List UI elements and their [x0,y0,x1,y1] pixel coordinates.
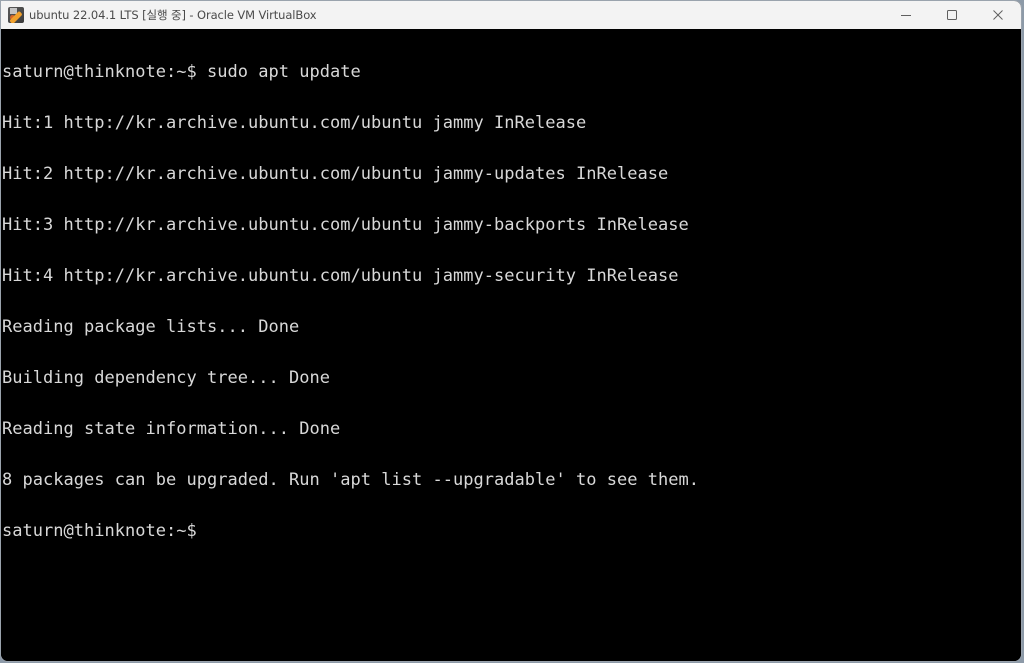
terminal-line: Reading package lists... Done [2,317,300,337]
terminal-line: Hit:3 http://kr.archive.ubuntu.com/ubunt… [2,215,689,235]
minimize-button[interactable] [883,1,929,29]
terminal-prompt[interactable]: saturn@thinknote:~$ [2,522,1017,540]
window-title: ubuntu 22.04.1 LTS [실행 중] - Oracle VM Vi… [29,8,317,22]
terminal-line-command: saturn@thinknote:~$ sudo apt update [2,62,361,82]
maximize-button[interactable] [929,1,975,29]
terminal-line: Hit:4 http://kr.archive.ubuntu.com/ubunt… [2,266,679,286]
window-controls [883,1,1021,29]
terminal-line: 8 packages can be upgraded. Run 'apt lis… [2,470,700,490]
maximize-icon [947,10,957,20]
terminal-line: Hit:2 http://kr.archive.ubuntu.com/ubunt… [2,164,669,184]
close-icon [993,10,1003,20]
close-button[interactable] [975,1,1021,29]
virtualbox-icon [8,7,24,23]
terminal-line: Hit:1 http://kr.archive.ubuntu.com/ubunt… [2,113,587,133]
virtualbox-window: ubuntu 22.04.1 LTS [실행 중] - Oracle VM Vi… [0,0,1022,662]
terminal-console[interactable]: saturn@thinknote:~$ sudo apt update Hit:… [1,30,1021,661]
minimize-icon [901,10,911,20]
terminal-line: Reading state information... Done [2,419,341,439]
title-bar[interactable]: ubuntu 22.04.1 LTS [실행 중] - Oracle VM Vi… [1,1,1021,29]
terminal-line: Building dependency tree... Done [2,368,331,388]
